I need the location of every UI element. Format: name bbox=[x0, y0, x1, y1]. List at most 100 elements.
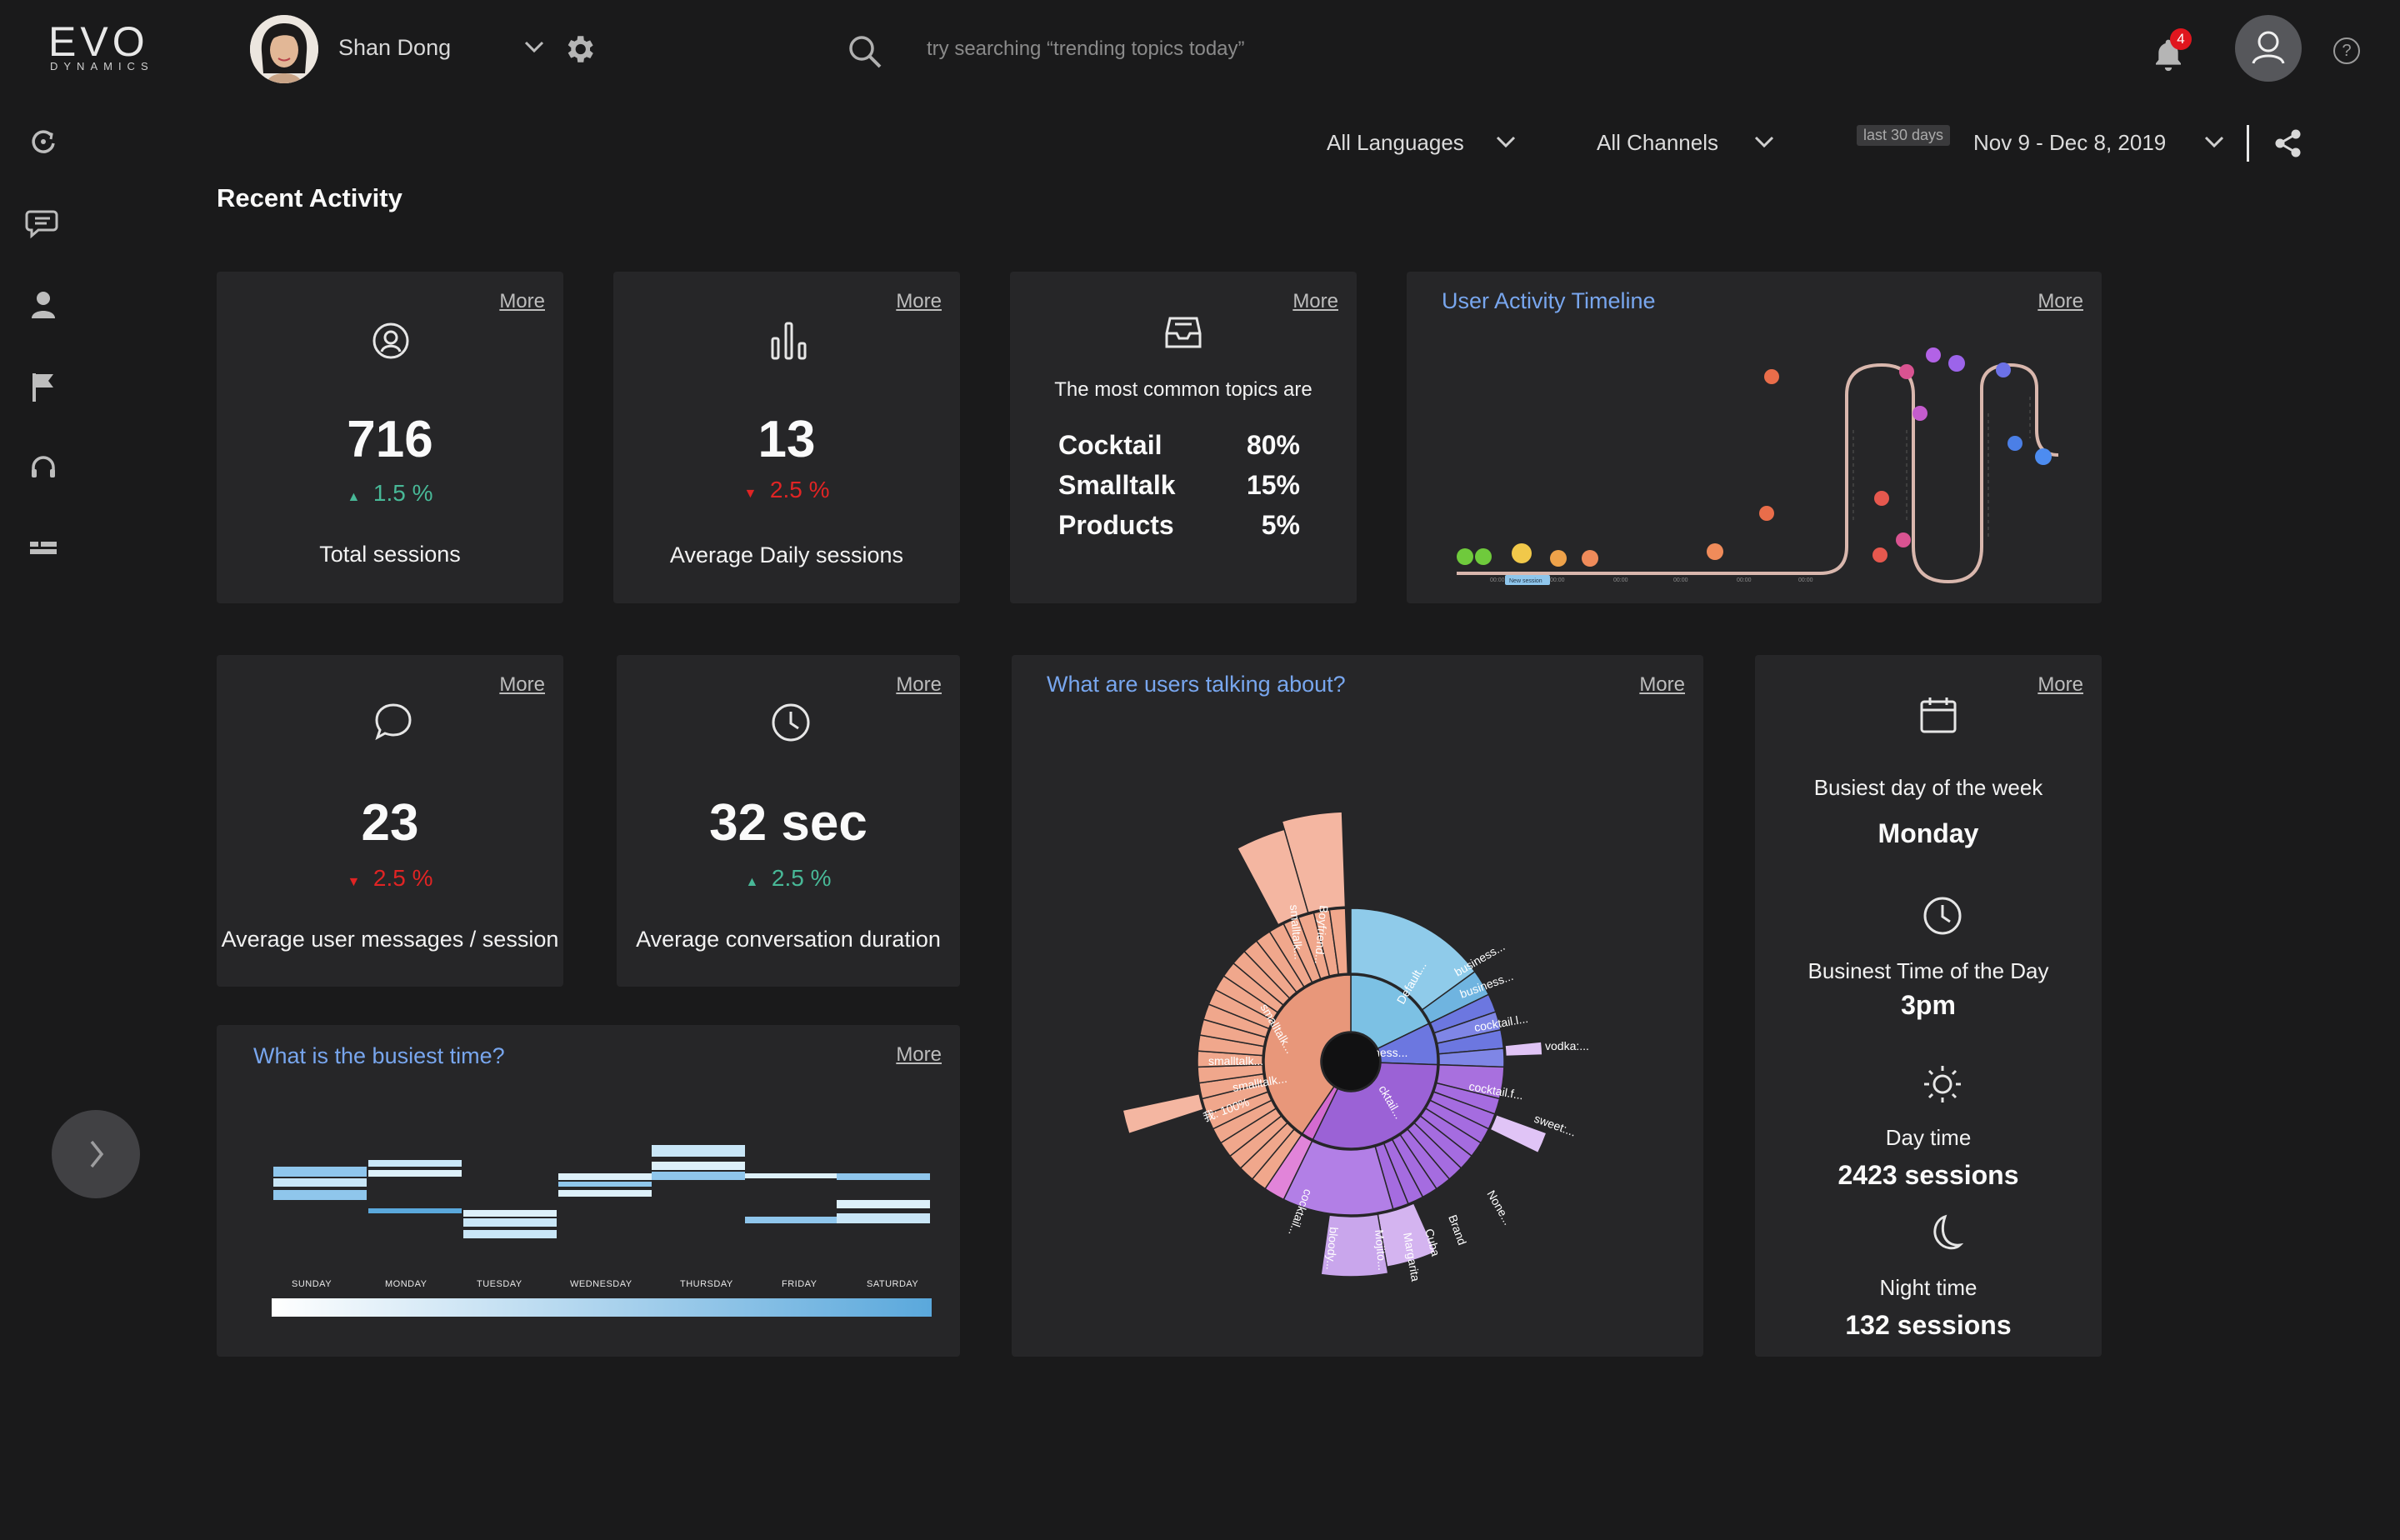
timeline-events bbox=[1457, 348, 2052, 567]
user-name[interactable]: Shan Dong bbox=[338, 35, 451, 61]
total-sessions-delta: ▲ 1.5 % bbox=[217, 480, 563, 507]
list-icon[interactable] bbox=[25, 530, 62, 567]
svg-text:00:00: 00:00 bbox=[1490, 578, 1505, 583]
day-label: SATURDAY bbox=[867, 1279, 919, 1289]
user-outline-icon bbox=[2252, 31, 2285, 64]
busiest-day-value: Monday bbox=[1878, 818, 1979, 848]
user-circle-icon bbox=[372, 322, 409, 359]
heatmap-chart bbox=[272, 1145, 932, 1317]
notification-badge: 4 bbox=[2170, 28, 2192, 50]
day-label: MONDAY bbox=[385, 1279, 428, 1289]
total-sessions-caption: Total sessions bbox=[319, 542, 461, 567]
user-messages-card: More 23 ▼ 2.5 % Average user messages / … bbox=[217, 655, 563, 987]
daily-sessions-card: More 13 ▼ 2.5 % Average Daily sessions bbox=[613, 272, 960, 603]
speech-bubble-icon bbox=[375, 703, 412, 741]
conversation-duration-delta: ▲ 2.5 % bbox=[617, 865, 960, 892]
sunburst-slice[interactable] bbox=[1122, 1092, 1205, 1135]
timeline-chart: 00:00 00:00 00:00 00:00 00:00 00:00 New sessi… bbox=[1457, 348, 2059, 585]
calendar-icon bbox=[1920, 698, 1957, 733]
profile-button[interactable] bbox=[2235, 15, 2302, 82]
day-time-value: 2423 sessions bbox=[1838, 1160, 2019, 1190]
topics-intro: The most common topics are bbox=[1054, 378, 1312, 401]
summary-card: More Busiest day of the week Monday Busi… bbox=[1755, 655, 2102, 1357]
daily-sessions-caption: Average Daily sessions bbox=[669, 542, 904, 568]
date-range-picker[interactable]: Nov 9 - Dec 8, 2019 bbox=[1973, 130, 2166, 156]
heatmap-cells bbox=[273, 1145, 930, 1238]
sunburst-slice[interactable] bbox=[1504, 1041, 1543, 1058]
chevron-down-icon[interactable] bbox=[1495, 135, 1517, 150]
topic-row: Products 5% bbox=[1058, 510, 1300, 541]
bar-chart-icon bbox=[771, 322, 807, 360]
language-filter[interactable]: All Languages bbox=[1327, 130, 1464, 156]
svg-text:00:00: 00:00 bbox=[1798, 578, 1813, 583]
night-time-label: Night time bbox=[1879, 1275, 1978, 1300]
user-icon[interactable] bbox=[25, 287, 62, 323]
arrow-up-icon: ▲ bbox=[745, 875, 759, 889]
avatar[interactable] bbox=[250, 15, 318, 83]
clock-icon bbox=[1923, 897, 1962, 935]
search-icon[interactable] bbox=[847, 33, 883, 70]
total-sessions-card: More 716 ▲ 1.5 % Total sessions bbox=[217, 272, 563, 603]
brand-logo[interactable]: EVO bbox=[48, 18, 149, 65]
more-link[interactable]: More bbox=[2038, 673, 2083, 697]
arrow-down-icon: ▼ bbox=[743, 487, 758, 501]
svg-text:00:00: 00:00 bbox=[1673, 578, 1688, 583]
filter-divider bbox=[2247, 125, 2249, 162]
more-link[interactable]: More bbox=[499, 290, 545, 313]
heatmap-legend bbox=[272, 1298, 932, 1317]
more-link[interactable]: More bbox=[1292, 290, 1338, 313]
sunburst-label: smalltalk... bbox=[1208, 1054, 1263, 1068]
flag-icon[interactable] bbox=[25, 368, 62, 405]
day-label: FRIDAY bbox=[782, 1279, 818, 1289]
clock-icon bbox=[772, 703, 810, 742]
day-label: THURSDAY bbox=[680, 1279, 733, 1289]
night-time-value: 132 sessions bbox=[1845, 1310, 2012, 1340]
arrow-down-icon: ▼ bbox=[347, 875, 361, 889]
user-messages-caption: Average user messages / session bbox=[221, 927, 559, 952]
refresh-icon[interactable] bbox=[25, 123, 62, 160]
brand-sub: DYNAMICS bbox=[50, 60, 154, 72]
user-menu-chevron-icon[interactable] bbox=[523, 40, 545, 55]
sidebar-expand-button[interactable] bbox=[52, 1110, 140, 1198]
delta-value: 2.5 % bbox=[372, 865, 433, 891]
conversation-duration-value: 32 sec bbox=[709, 794, 868, 852]
topic-pct: 5% bbox=[1261, 510, 1300, 540]
channel-filter[interactable]: All Channels bbox=[1597, 130, 1718, 156]
topic-pct: 80% bbox=[1246, 430, 1300, 460]
user-messages-value: 23 bbox=[361, 794, 419, 852]
sun-icon bbox=[1924, 1066, 1961, 1102]
inbox-icon bbox=[1165, 317, 1202, 348]
chevron-down-icon[interactable] bbox=[2203, 135, 2225, 150]
topic-name: Products bbox=[1058, 510, 1174, 540]
sunburst-label: Brand bbox=[1446, 1213, 1469, 1248]
more-link[interactable]: More bbox=[896, 673, 942, 697]
search-input[interactable]: try searching “trending topics today” bbox=[927, 38, 1245, 61]
total-sessions-value: 716 bbox=[347, 411, 433, 468]
topics-card: More The most common topics are Cocktail… bbox=[1010, 272, 1357, 603]
conversation-duration-card: More 32 sec ▲ 2.5 % Average conversation… bbox=[617, 655, 960, 987]
day-label: TUESDAY bbox=[477, 1279, 522, 1289]
svg-text:00:00: 00:00 bbox=[1737, 578, 1752, 583]
topic-row: Smalltalk 15% bbox=[1058, 470, 1300, 501]
svg-text:00:00: 00:00 bbox=[1550, 578, 1565, 583]
share-icon[interactable] bbox=[2272, 127, 2305, 160]
daily-sessions-value: 13 bbox=[758, 411, 816, 468]
help-icon[interactable]: ? bbox=[2333, 38, 2360, 64]
day-time-label: Day time bbox=[1885, 1125, 1972, 1150]
day-label: SUNDAY bbox=[292, 1279, 332, 1289]
page-title: Recent Activity bbox=[217, 183, 402, 212]
conversation-duration-caption: Average conversation duration bbox=[636, 927, 941, 952]
user-messages-delta: ▼ 2.5 % bbox=[217, 865, 563, 892]
busiest-day-label: Busiest day of the week bbox=[1813, 775, 2043, 800]
topic-name: Cocktail bbox=[1058, 430, 1162, 460]
delta-value: 1.5 % bbox=[372, 480, 433, 506]
timeline-tag: New session bbox=[1509, 578, 1542, 584]
gear-icon[interactable] bbox=[562, 32, 597, 67]
more-link[interactable]: More bbox=[896, 290, 942, 313]
more-link[interactable]: More bbox=[499, 673, 545, 697]
chevron-down-icon[interactable] bbox=[1753, 135, 1775, 150]
headset-icon[interactable] bbox=[25, 450, 62, 487]
chat-icon[interactable] bbox=[25, 205, 62, 242]
topic-row: Cocktail 80% bbox=[1058, 430, 1300, 461]
busiest-time-card: What is the busiest time? More bbox=[217, 1025, 960, 1357]
